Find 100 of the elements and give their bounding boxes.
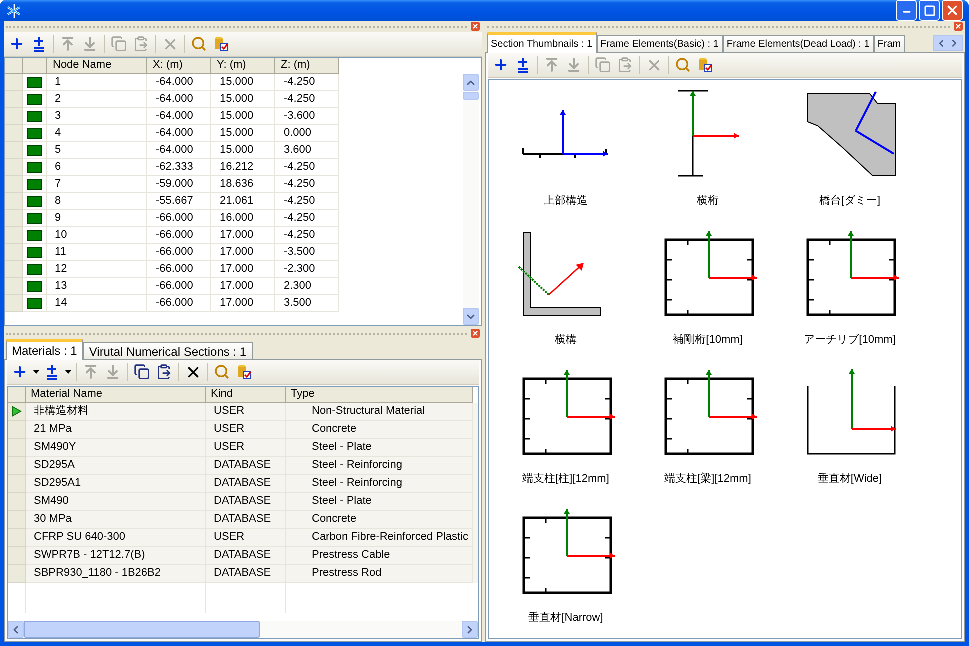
scroll-thumb[interactable]: [24, 621, 260, 638]
node-color-swatch: [27, 144, 42, 156]
close-button[interactable]: [471, 22, 480, 31]
table-cell: -64.000: [147, 142, 211, 159]
thumbnail-label: 垂直材[Narrow]: [528, 610, 604, 626]
table-cell: -64.000: [147, 125, 211, 142]
paste-icon: [617, 57, 633, 73]
scroll-up-button[interactable]: [463, 74, 479, 91]
minimize-button[interactable]: [896, 0, 917, 21]
node-color-swatch: [27, 178, 42, 190]
column-header[interactable]: Material Name: [26, 387, 206, 403]
search-icon: [214, 364, 230, 380]
copy-icon: [134, 364, 150, 380]
node-color-swatch: [27, 298, 42, 308]
insert-icon: [515, 57, 531, 73]
table-cell: -4.250: [275, 193, 339, 210]
maximize-icon: [924, 4, 936, 16]
node-color-swatch: [27, 196, 42, 206]
copy-icon: [111, 36, 127, 52]
table-cell: 16.212: [211, 159, 275, 176]
column-header[interactable]: Kind: [206, 387, 286, 403]
table-cell: -59.000: [147, 176, 211, 193]
column-header[interactable]: X: (m): [147, 58, 211, 74]
table-cell: 1: [47, 74, 147, 91]
database-check-icon: [236, 364, 252, 380]
node-color-swatch: [27, 76, 42, 88]
move-down-icon: [566, 57, 582, 73]
close-icon: [472, 23, 479, 30]
node-color-swatch: [27, 212, 42, 224]
plus-icon: [493, 57, 509, 73]
table-cell: DATABASE: [206, 565, 286, 583]
column-header[interactable]: Type: [286, 387, 473, 403]
caret-icon: [32, 370, 40, 374]
row-header[interactable]: [8, 403, 26, 421]
move-up-icon: [83, 364, 99, 380]
table-cell: -4.250: [275, 74, 339, 91]
thumbnail-label: 橋台[ダミー]: [819, 194, 881, 209]
node-color-swatch: [27, 128, 42, 138]
table-cell: -66.000: [147, 227, 211, 244]
table-cell: 7: [47, 176, 147, 193]
node-color-swatch: [27, 246, 42, 258]
close-button[interactable]: [471, 329, 480, 338]
table-cell: 4: [47, 125, 147, 142]
table-cell: 21.061: [211, 193, 275, 210]
table-cell: 6: [47, 159, 147, 176]
tab[interactable]: Fram: [874, 35, 906, 53]
table-cell: 3: [47, 108, 147, 125]
table-cell: 15.000: [211, 108, 275, 125]
table-cell: 17.000: [211, 295, 275, 312]
table-cell: 2.300: [275, 278, 339, 295]
search-icon: [191, 36, 207, 52]
tab[interactable]: Materials : 1: [6, 339, 84, 360]
table-cell: -64.000: [147, 74, 211, 91]
move-down-icon: [82, 36, 98, 52]
thumbnail-label: 垂直材[Wide]: [818, 472, 882, 487]
table-cell: -4.250: [275, 227, 339, 244]
table-cell: 2: [47, 91, 147, 108]
thumbnail-label: アーチリブ[10mm]: [804, 332, 896, 348]
insert-icon: [31, 36, 47, 52]
tab[interactable]: Frame Elements(Dead Load) : 1: [722, 35, 874, 53]
column-header[interactable]: Node Name: [47, 58, 147, 74]
tab[interactable]: Frame Elements(Basic) : 1: [596, 35, 723, 53]
column-header[interactable]: Z: (m): [275, 58, 339, 74]
maximize-button[interactable]: [919, 0, 940, 21]
close-icon: [945, 3, 960, 18]
table-cell: -62.333: [147, 159, 211, 176]
close-button[interactable]: [954, 22, 963, 31]
close-button[interactable]: [942, 0, 963, 21]
node-color-swatch: [27, 230, 42, 240]
table-cell: 8: [47, 193, 147, 210]
scroll-left-button[interactable]: [8, 621, 24, 638]
scroll-thumb[interactable]: [463, 92, 479, 100]
table-cell: -66.000: [147, 278, 211, 295]
table-cell: 15.000: [211, 74, 275, 91]
table-cell: 3.500: [275, 295, 339, 312]
node-color-swatch: [27, 162, 42, 172]
paste-icon: [156, 364, 172, 380]
table-cell: -66.000: [147, 295, 211, 312]
scroll-down-button[interactable]: [463, 308, 479, 325]
scroll-right-button[interactable]: [462, 621, 478, 638]
plus-icon: [12, 364, 28, 380]
header-cell: [5, 58, 23, 74]
tab[interactable]: Virutal Numerical Sections : 1: [83, 342, 253, 360]
search-icon: [675, 57, 691, 73]
table-cell: 15.000: [211, 125, 275, 142]
plus-icon: [9, 36, 25, 52]
tab[interactable]: Section Thumbnails : 1: [487, 32, 597, 53]
table-cell: 3.600: [275, 142, 339, 159]
table-cell: 12: [47, 261, 147, 278]
table-cell: 17.000: [211, 227, 275, 244]
table-cell: 17.000: [211, 244, 275, 261]
table-cell: -64.000: [147, 91, 211, 108]
table-cell: -3.600: [275, 108, 339, 125]
table-cell: 15.000: [211, 91, 275, 108]
table-cell: -55.667: [147, 193, 211, 210]
thumbnail-label: 補剛桁[10mm]: [673, 333, 743, 348]
thumbnail-label: 端支柱[柱][12mm]: [522, 472, 610, 487]
move-up-icon: [60, 36, 76, 52]
column-header[interactable]: Y: (m): [211, 58, 275, 74]
current-row-arrow-icon: [12, 406, 22, 417]
